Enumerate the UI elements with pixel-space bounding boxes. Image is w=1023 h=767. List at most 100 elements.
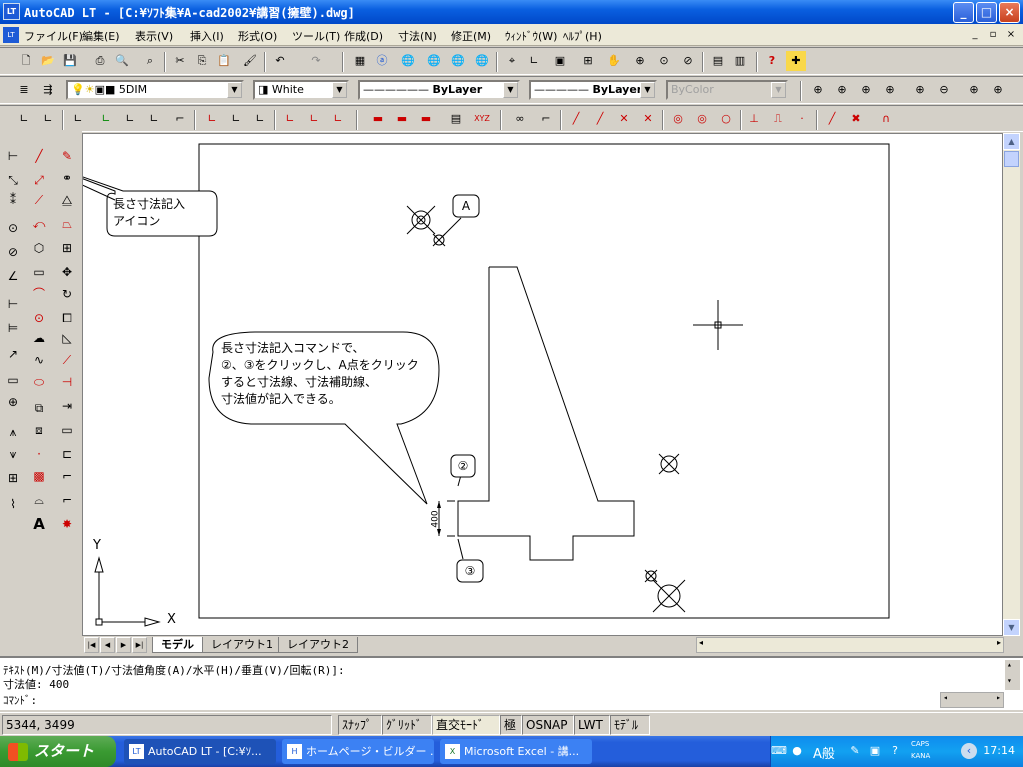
next-tab-button[interactable]: ▶ [116,637,131,653]
break-tool-icon[interactable]: ▭ [56,419,78,441]
menu-view[interactable]: 表示(V) [135,28,173,44]
zoom-center-icon[interactable]: ⊕ [880,80,900,100]
offset-tool-icon[interactable]: ⏢ [56,213,78,235]
today-icon[interactable]: ✚ [786,51,806,71]
close-button[interactable]: × [999,2,1020,23]
rotate-tool-icon[interactable]: ↻ [56,283,78,305]
layers-icon[interactable]: ≣ [14,80,34,100]
paste-icon[interactable]: 📋 [214,51,234,71]
maximize-button[interactable]: □ [976,2,997,23]
ucs-view-icon[interactable]: ∟ [144,109,164,129]
design-center-icon[interactable]: ▦ [350,51,370,71]
snap-midpoint-icon[interactable]: ╱ [590,109,610,129]
dim-ordinate-icon[interactable]: ▬ [416,109,436,129]
snap-from-icon[interactable]: ∞ [510,109,530,129]
extend-tool-icon[interactable]: ⇥ [56,395,78,417]
chevron-down-icon[interactable]: ▼ [503,82,518,98]
region-tool-icon[interactable]: ⌓ [28,489,50,511]
menu-draw[interactable]: 作成(D) [344,28,383,44]
ellipse-tool-icon[interactable]: ⬭ [28,371,50,393]
ucs-3point-icon[interactable]: ∟ [250,109,270,129]
tab-model[interactable]: モデル [152,637,203,653]
revcloud-tool-icon[interactable]: ☁ [28,327,50,349]
zoom-all-icon[interactable]: ⊕ [964,80,984,100]
coordinates-display[interactable]: 5344, 3499 [2,715,332,735]
cut-icon[interactable]: ✂ [170,51,190,71]
make-current-layer-icon[interactable]: ⇶ [38,80,58,100]
grid-toggle[interactable]: ｸﾞﾘｯﾄﾞ [382,715,432,735]
polyline-tool-icon[interactable]: ⤺ [28,213,50,235]
command-hscroll[interactable]: ◂ ▸ [940,692,1004,708]
start-button[interactable]: スタート [0,736,116,767]
polar-toggle[interactable]: 極 [500,715,522,735]
snap-toggle[interactable]: ｽﾅｯﾌﾟ [338,715,382,735]
zoom-realtime-icon[interactable]: ⊕ [630,51,650,71]
ucs-x-icon[interactable]: ∟ [202,109,222,129]
lengthen-tool-icon[interactable]: ⟋ [56,349,78,371]
command-window[interactable]: ﾃｷｽﾄ(M)/寸法値(T)/寸法値角度(A)/水平(H)/垂直(V)/回転(R… [0,656,1023,710]
tab-layout2[interactable]: レイアウト2 [278,637,358,653]
zoom-dynamic-icon[interactable]: ⊕ [832,80,852,100]
ucs-icon[interactable]: ∟ [524,51,544,71]
ime-mode[interactable]: A般 [813,743,835,762]
arc-tool-icon[interactable]: ⌒ [28,283,50,305]
scroll-right-icon[interactable]: ▸ [997,638,1001,647]
help-icon[interactable]: ? [762,51,782,71]
ucs-object-icon[interactable]: ∟ [96,109,116,129]
menu-window[interactable]: ｳｨﾝﾄﾞｳ(W) [505,28,557,44]
browse-web-icon[interactable]: 🌐 [472,51,492,71]
ucs-origin-icon[interactable]: ⌐ [170,109,190,129]
construction-line-tool-icon[interactable]: ⤢ [28,169,50,191]
ucs-rotate-y-icon[interactable]: ∟ [304,109,324,129]
chevron-down-icon[interactable]: ▼ [332,82,347,98]
snap-nearest-icon[interactable]: ╱ [822,109,842,129]
properties-icon[interactable]: ▤ [708,51,728,71]
command-vscroll[interactable]: ▴ ▾ [1005,660,1020,690]
insert-block-tool-icon[interactable]: ⧉ [28,397,50,419]
dim-aligned-icon[interactable]: ▬ [392,109,412,129]
horizontal-scrollbar[interactable]: ◂ ▸ [696,637,1004,653]
point-tool-icon[interactable]: · [28,443,50,465]
snap-perpendicular-icon[interactable]: ⊥ [744,109,764,129]
menu-insert[interactable]: 挿入(I) [190,28,224,44]
document-icon[interactable]: LT [3,27,19,43]
redo-icon[interactable]: ↷ [306,51,326,71]
ime-help-icon[interactable]: ? [887,743,903,759]
ucs-rotate-z-icon[interactable]: ∟ [328,109,348,129]
zoom-out-icon[interactable]: ⊖ [934,80,954,100]
open-icon[interactable]: 📂 [38,51,58,71]
keyboard-icon[interactable]: ⌨ [771,743,787,759]
dim-xyz-icon[interactable]: XYZ [472,109,492,129]
autocad-app-icon[interactable]: LT [3,3,20,20]
pan-realtime-icon[interactable]: ✋ [604,51,624,71]
osnap-toggle[interactable]: OSNAP [522,715,574,735]
ucs-icon[interactable]: ∟ [14,109,34,129]
vertical-scrollbar[interactable]: ▲ ▼ [1003,133,1020,636]
tab-layout1[interactable]: レイアウト1 [202,637,282,653]
ime-pad-icon[interactable]: ✎ [847,743,863,759]
dim-ordinate-tool-icon[interactable]: ⁑ [2,189,24,211]
task-autocad[interactable]: LT AutoCAD LT - [C:¥ｿ... [124,739,276,764]
menu-format[interactable]: 形式(O) [238,28,277,44]
scroll-down-button[interactable]: ▼ [1003,619,1020,636]
line-tool-icon[interactable]: ╱ [28,145,50,167]
menu-tools[interactable]: ツール(T) [292,28,340,44]
tray-expand-icon[interactable]: ‹ [961,743,977,759]
ortho-toggle[interactable]: 直交ﾓｰﾄﾞ [432,715,500,735]
retaining-wall-outline[interactable] [457,266,635,561]
ucs-world-icon[interactable]: ∟ [68,109,88,129]
dim-center-tool-icon[interactable]: ⊕ [2,391,24,413]
cmd-scroll-up-icon[interactable]: ▴ [1007,660,1012,669]
osnap-settings-icon[interactable]: ∩ [876,109,896,129]
object-snap-icon[interactable]: ⌖ [502,51,522,71]
copy-icon[interactable]: ⎘ [192,51,212,71]
model-toggle[interactable]: ﾓﾃﾞﾙ [610,715,650,735]
snap-tangent-icon[interactable]: ○ [716,109,736,129]
fillet-tool-icon[interactable]: ⌐ [56,489,78,511]
dim-radius-icon[interactable]: ▤ [446,109,466,129]
lineweight-dropdown[interactable]: ————— ByLayer ▼ [529,80,657,100]
dim-diameter-tool-icon[interactable]: ⊘ [2,241,24,263]
new-icon[interactable]: 🗋 [16,51,36,71]
dim-radius-tool-icon[interactable]: ⊙ [2,217,24,239]
mdi-close-button[interactable]: × [1004,28,1018,42]
